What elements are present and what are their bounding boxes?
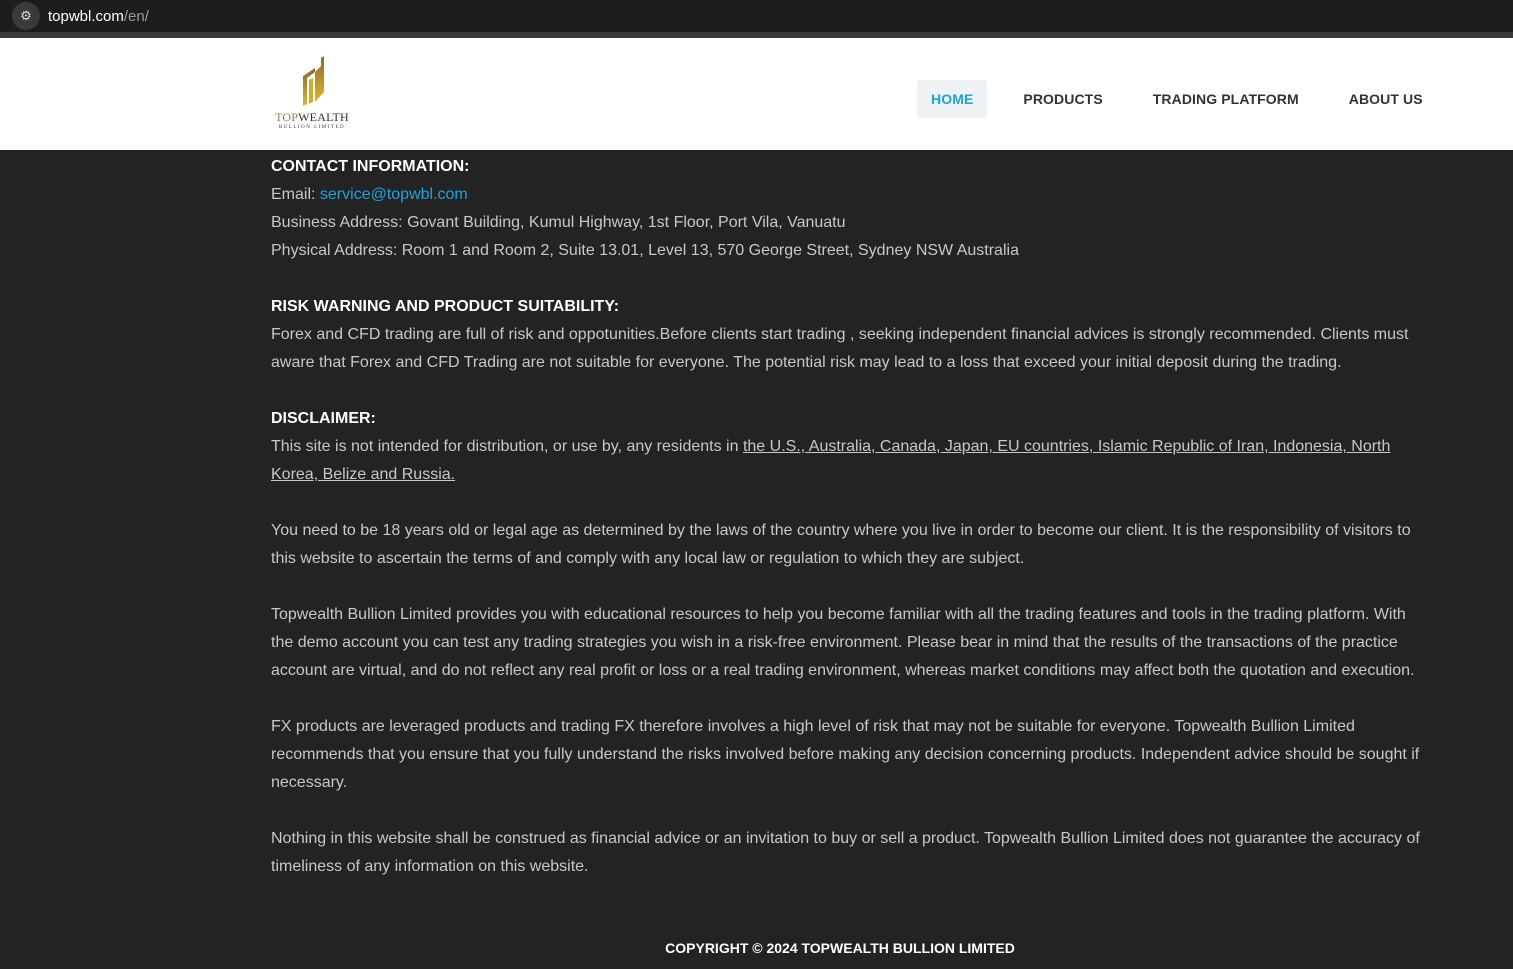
physical-address: Physical Address: Room 1 and Room 2, Sui… xyxy=(271,242,1019,259)
disclaimer-intro: This site is not intended for distributi… xyxy=(271,433,1420,489)
logo-subtitle: BULLION LIMITED xyxy=(278,125,346,130)
nav-home[interactable]: HOME xyxy=(917,80,988,118)
email-link[interactable]: service@topwbl.com xyxy=(320,186,468,203)
url-host: topwbl.com xyxy=(48,7,124,25)
footer-content: CONTACT INFORMATION: Email: service@topw… xyxy=(0,150,1420,881)
risk-heading: RISK WARNING AND PRODUCT SUITABILITY: xyxy=(271,298,620,315)
nav-products[interactable]: PRODUCTS xyxy=(1009,80,1116,118)
logo-wordmark: TOPWEALTH xyxy=(275,110,349,124)
address-bar[interactable]: ⚙ topwbl.com/en/ xyxy=(0,0,1513,32)
main-nav: HOME PRODUCTS TRADING PLATFORM ABOUT US xyxy=(917,80,1459,118)
disclaimer-demo: Topwealth Bullion Limited provides you w… xyxy=(271,606,1415,679)
nav-trading-platform[interactable]: TRADING PLATFORM xyxy=(1139,80,1313,118)
disclaimer-no-advice: Nothing in this website shall be constru… xyxy=(271,830,1420,875)
logo-mark-icon xyxy=(303,56,324,106)
business-address: Business Address: Govant Building, Kumul… xyxy=(271,214,846,231)
site-header: TOPWEALTH BULLION LIMITED HOME PRODUCTS … xyxy=(0,38,1513,150)
contact-heading: CONTACT INFORMATION: xyxy=(271,158,470,175)
copyright: COPYRIGHT © 2024 TOPWEALTH BULLION LIMIT… xyxy=(665,940,1015,956)
site-settings-icon[interactable]: ⚙ xyxy=(12,2,40,30)
email-label: Email: xyxy=(271,186,320,203)
risk-text: Forex and CFD trading are full of risk a… xyxy=(271,326,1409,371)
disclaimer-intro-text: This site is not intended for distributi… xyxy=(271,438,743,455)
disclaimer-fx-risk: FX products are leveraged products and t… xyxy=(271,718,1420,791)
logo[interactable]: TOPWEALTH BULLION LIMITED xyxy=(272,56,352,130)
disclaimer-age: You need to be 18 years old or legal age… xyxy=(271,522,1411,567)
url-text[interactable]: topwbl.com/en/ xyxy=(48,8,149,25)
url-path: /en/ xyxy=(123,7,149,25)
nav-about-us[interactable]: ABOUT US xyxy=(1335,80,1437,118)
disclaimer-heading: DISCLAIMER: xyxy=(271,410,376,427)
email-line: Email: service@topwbl.com xyxy=(271,181,1420,209)
